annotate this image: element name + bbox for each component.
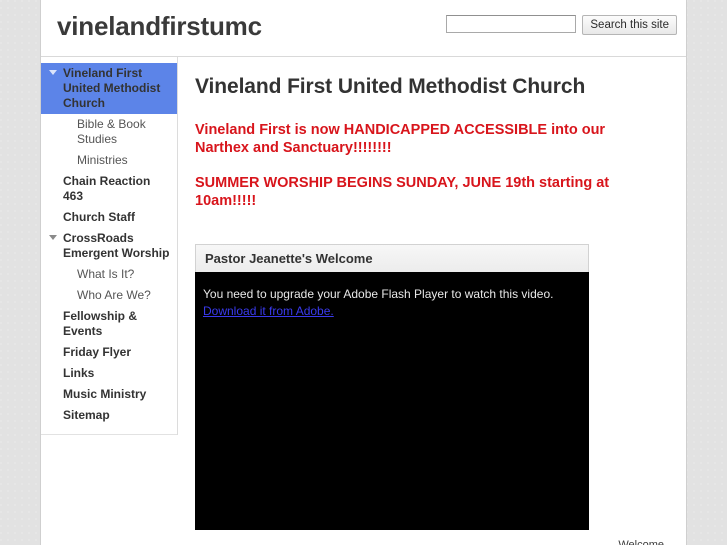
- sidebar-item-fellowship-events[interactable]: Fellowship & Events: [41, 306, 177, 342]
- search-button[interactable]: Search this site: [582, 15, 677, 35]
- sidebar-item-what-is-it[interactable]: What Is It?: [41, 264, 177, 285]
- sidebar-item-crossroads-emergent-worship[interactable]: CrossRoads Emergent Worship: [41, 228, 177, 264]
- footer-note: Welcome: [618, 539, 664, 545]
- sidebar-item-label: Friday Flyer: [63, 345, 132, 359]
- site-title: vinelandfirstumc: [57, 11, 262, 41]
- sidebar-item-label: Bible & Book Studies: [77, 117, 146, 146]
- sidebar-item-label: Ministries: [77, 153, 128, 167]
- search-input[interactable]: [446, 15, 577, 33]
- video-module: Pastor Jeanette's Welcome You need to up…: [195, 244, 589, 530]
- sidebar-item-label: Sitemap: [63, 408, 110, 422]
- announcement-summer-worship: SUMMER WORSHIP BEGINS SUNDAY, JUNE 19th …: [195, 175, 610, 209]
- sidebar-item-who-are-we[interactable]: Who Are We?: [41, 285, 177, 306]
- announcement-accessibility: Vineland First is now HANDICAPPED ACCESS…: [195, 122, 606, 156]
- flash-upgrade-message: You need to upgrade your Adobe Flash Pla…: [203, 287, 554, 301]
- sidebar-item-label: CrossRoads Emergent Worship: [63, 231, 170, 260]
- sidebar-item-label: Who Are We?: [77, 288, 151, 302]
- page-title: Vineland First United Methodist Church: [195, 75, 586, 98]
- sidebar-item-label: Vineland First United Methodist Church: [63, 66, 161, 110]
- sidebar-item-friday-flyer[interactable]: Friday Flyer: [41, 342, 177, 363]
- flash-download-link[interactable]: Download it from Adobe.: [203, 304, 334, 318]
- sidebar-item-label: Fellowship & Events: [63, 309, 138, 338]
- sidebar-item-bible-book-studies[interactable]: Bible & Book Studies: [41, 114, 177, 150]
- sidebar-item-chain-reaction-463[interactable]: Chain Reaction 463: [41, 171, 177, 207]
- sidebar-item-music-ministry[interactable]: Music Ministry: [41, 384, 177, 405]
- video-player-stage[interactable]: You need to upgrade your Adobe Flash Pla…: [195, 272, 589, 530]
- chevron-down-icon[interactable]: [49, 70, 57, 75]
- site-container: vinelandfirstumc Search this site Vinela…: [40, 0, 687, 545]
- sidebar: Vineland First United Methodist Church Bi…: [41, 57, 178, 435]
- sidebar-item-label: Chain Reaction 463: [63, 174, 151, 203]
- video-module-title: Pastor Jeanette's Welcome: [195, 244, 589, 272]
- sidebar-item-vineland-first-united-methodist-church[interactable]: Vineland First United Methodist Church: [41, 63, 177, 114]
- site-body: Vineland First United Methodist Church Bi…: [41, 57, 686, 545]
- sidebar-item-sitemap[interactable]: Sitemap: [41, 405, 177, 426]
- sidebar-item-links[interactable]: Links: [41, 363, 177, 384]
- sidebar-item-ministries[interactable]: Ministries: [41, 150, 177, 171]
- sidebar-item-label: Church Staff: [63, 210, 135, 224]
- sidebar-item-church-staff[interactable]: Church Staff: [41, 207, 177, 228]
- sidebar-item-label: Links: [63, 366, 95, 380]
- main-content: Vineland First United Methodist Church V…: [179, 57, 686, 545]
- sidebar-item-label: Music Ministry: [63, 387, 147, 401]
- chevron-down-icon[interactable]: [49, 235, 57, 240]
- site-header: vinelandfirstumc Search this site: [41, 0, 686, 57]
- sidebar-nav: Vineland First United Methodist Church Bi…: [41, 63, 177, 435]
- sidebar-item-label: What Is It?: [77, 267, 135, 281]
- site-search: Search this site: [446, 15, 677, 35]
